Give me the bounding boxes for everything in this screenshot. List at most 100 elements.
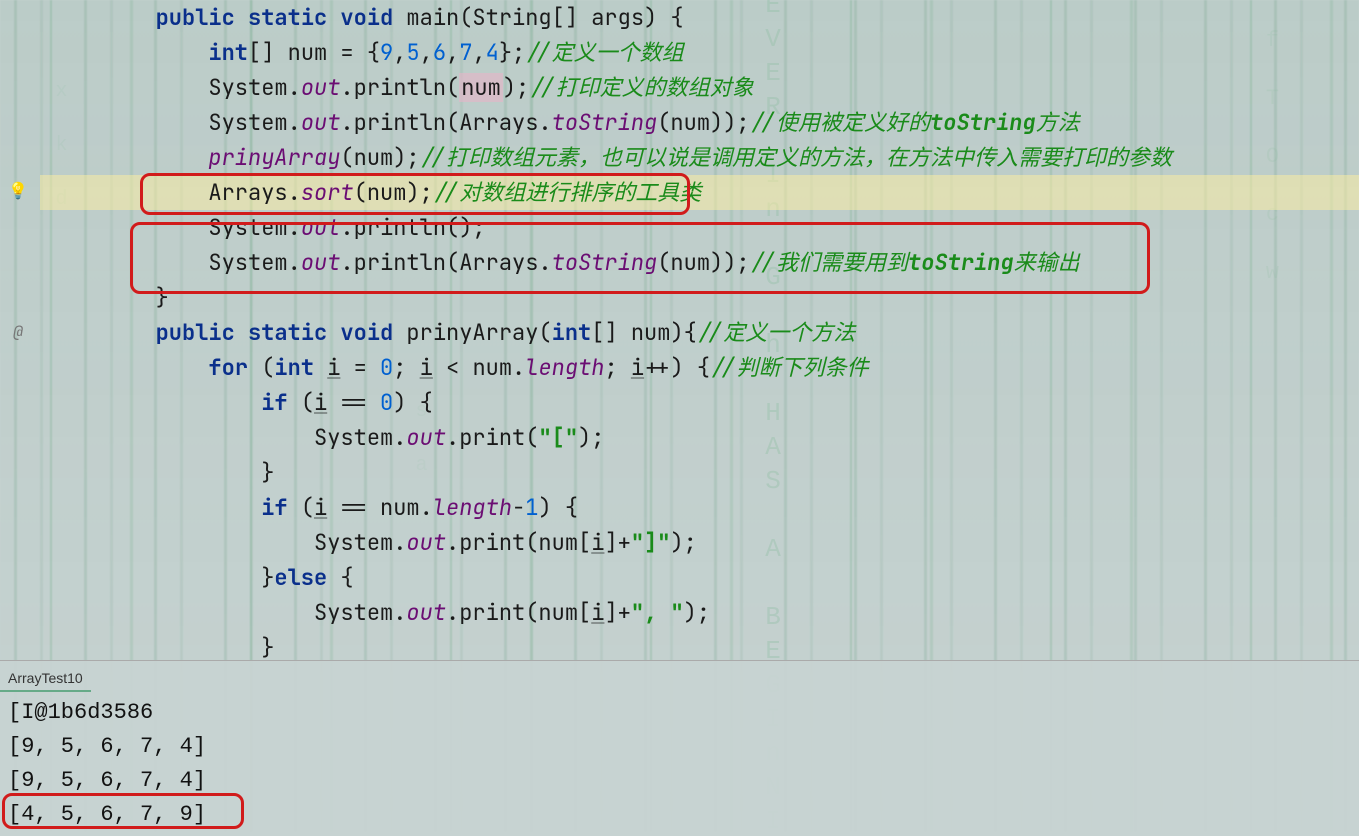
code-line[interactable]: System.out.println(Arrays.toString(num))… <box>40 245 1359 280</box>
code-token: ( <box>248 353 274 382</box>
code-token: System. <box>208 248 300 277</box>
code-token: } <box>156 283 169 312</box>
code-token: , <box>472 38 485 67</box>
code-token: out <box>301 108 341 137</box>
code-token: //定义一个数组 <box>525 38 683 67</box>
code-token: toString <box>930 108 1036 137</box>
console-output[interactable]: [I@1b6d3586[9, 5, 6, 7, 4][9, 5, 6, 7, 4… <box>0 692 1359 836</box>
code-token: out <box>301 73 341 102</box>
code-token: } <box>261 458 274 487</box>
code-token: out <box>406 598 446 627</box>
code-token: 5 <box>406 38 419 67</box>
code-token: //打印定义的数组对象 <box>529 73 753 102</box>
code-token: //定义一个方法 <box>697 318 855 347</box>
code-token: prinyArray <box>208 143 340 172</box>
code-token: } <box>261 633 274 662</box>
code-token: ]+ <box>604 528 630 557</box>
code-token: 来输出 <box>1014 248 1080 277</box>
code-token: 0 <box>380 353 393 382</box>
code-token: //使用被定义好的 <box>750 108 930 137</box>
code-token: main(String[] args) { <box>393 3 683 32</box>
code-token: i <box>314 388 327 417</box>
code-token: static <box>248 3 327 32</box>
code-token: < num. <box>433 353 525 382</box>
code-line[interactable]: int[] num = {9,5,6,7,4};//定义一个数组 <box>40 35 1359 70</box>
intention-bulb-icon[interactable]: 💡 <box>8 181 28 201</box>
code-line[interactable]: System.out.println(); <box>40 210 1359 245</box>
code-line[interactable]: for (int i = 0; i < num.length; i++) {//… <box>40 350 1359 385</box>
code-token: toString <box>552 108 658 137</box>
code-line[interactable]: } <box>40 455 1359 490</box>
code-token: i <box>631 353 644 382</box>
run-tool-window: ArrayTest10 [I@1b6d3586[9, 5, 6, 7, 4][9… <box>0 660 1359 832</box>
code-line[interactable]: Arrays.sort(num);//对数组进行排序的工具类 <box>40 175 1359 210</box>
code-token: , <box>420 38 433 67</box>
code-token <box>235 3 248 32</box>
code-token: == <box>327 388 380 417</box>
code-token: //我们需要用到 <box>750 248 908 277</box>
code-token: ) { <box>393 388 433 417</box>
code-token: Arrays. <box>208 178 300 207</box>
code-token: ++) { <box>644 353 710 382</box>
code-line[interactable]: System.out.print("["); <box>40 420 1359 455</box>
code-token: ( <box>288 493 314 522</box>
code-token: ]+ <box>604 598 630 627</box>
code-token <box>327 3 340 32</box>
code-line[interactable]: } <box>40 280 1359 315</box>
code-token: length <box>433 493 512 522</box>
code-token: (num); <box>354 178 433 207</box>
code-token: .print( <box>446 423 538 452</box>
code-line[interactable]: prinyArray(num);//打印数组元素，也可以说是调用定义的方法，在方… <box>40 140 1359 175</box>
code-token: for <box>208 353 248 382</box>
console-line: [4, 5, 6, 7, 9] <box>8 798 1351 832</box>
code-token: 0 <box>380 388 393 417</box>
code-line[interactable]: public static void prinyArray(int[] num)… <box>40 315 1359 350</box>
code-line[interactable]: System.out.println(Arrays.toString(num))… <box>40 105 1359 140</box>
code-token: System. <box>208 213 300 242</box>
code-token: i <box>591 528 604 557</box>
override-marker-icon[interactable]: @ <box>8 322 28 342</box>
code-line[interactable]: System.out.println(num);//打印定义的数组对象 <box>40 70 1359 105</box>
code-token <box>314 353 327 382</box>
code-token: i <box>420 353 433 382</box>
code-token: 7 <box>459 38 472 67</box>
code-line[interactable]: public static void main(String[] args) { <box>40 0 1359 35</box>
run-config-tab[interactable]: ArrayTest10 <box>0 668 91 692</box>
code-token: 方法 <box>1036 108 1080 137</box>
code-token: if <box>261 493 287 522</box>
code-token: }; <box>499 38 525 67</box>
code-token: , <box>446 38 459 67</box>
code-editor[interactable]: 💡 @ public static void main(String[] arg… <box>0 0 1359 660</box>
code-token: "[" <box>538 423 578 452</box>
code-line[interactable]: }else { <box>40 560 1359 595</box>
code-line[interactable]: if (i == num.length-1) { <box>40 490 1359 525</box>
code-token: System. <box>208 73 300 102</box>
code-token: void <box>340 3 393 32</box>
code-token: 1 <box>525 493 538 522</box>
code-token: System. <box>314 528 406 557</box>
code-token: 6 <box>433 38 446 67</box>
code-token: .println(); <box>340 213 485 242</box>
code-token: static <box>248 318 327 347</box>
code-token: .print(num[ <box>446 528 591 557</box>
code-line[interactable]: if (i == 0) { <box>40 385 1359 420</box>
code-token: num <box>459 73 503 102</box>
code-token: .println(Arrays. <box>340 108 551 137</box>
code-token: i <box>327 353 340 382</box>
code-content[interactable]: public static void main(String[] args) {… <box>40 0 1359 665</box>
code-token: ; <box>604 353 630 382</box>
code-token: ( <box>288 388 314 417</box>
code-line[interactable]: System.out.print(num[i]+", "); <box>40 595 1359 630</box>
code-token: i <box>591 598 604 627</box>
code-token: toString <box>908 248 1014 277</box>
code-token <box>327 318 340 347</box>
code-token: prinyArray( <box>393 318 551 347</box>
code-token: else <box>274 563 327 592</box>
code-token: int <box>208 38 248 67</box>
editor-gutter: 💡 @ <box>0 0 40 660</box>
code-token: (num); <box>340 143 419 172</box>
code-token: out <box>406 528 446 557</box>
code-line[interactable]: System.out.print(num[i]+"]"); <box>40 525 1359 560</box>
code-token: - <box>512 493 525 522</box>
code-token: .println(Arrays. <box>340 248 551 277</box>
